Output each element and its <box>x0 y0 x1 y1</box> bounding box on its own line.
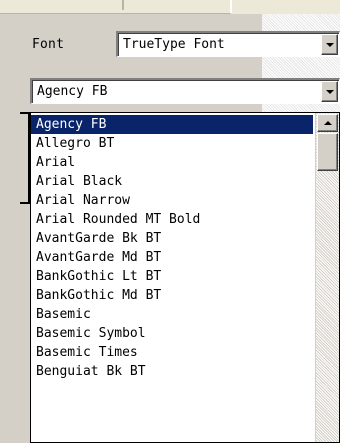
list-item[interactable]: BankGothic Lt BT <box>31 267 313 286</box>
list-item[interactable]: BankGothic Md BT <box>31 286 313 305</box>
list-item[interactable]: Agency FB <box>31 115 313 134</box>
chevron-up-icon[interactable] <box>317 114 338 132</box>
list-item[interactable]: Basemic <box>31 305 313 324</box>
scroll-thumb[interactable] <box>317 133 338 171</box>
list-item[interactable]: Arial Rounded MT Bold <box>31 210 313 229</box>
list-item[interactable]: Arial <box>31 153 313 172</box>
list-item[interactable]: Benguiat Bk BT <box>31 362 313 381</box>
list-item[interactable]: Arial Black <box>31 172 313 191</box>
tab-edge <box>0 0 232 14</box>
font-type-value: TrueType Font <box>123 37 225 52</box>
list-scrollbar[interactable] <box>315 113 339 442</box>
list-frame-bracket <box>0 112 30 204</box>
list-item[interactable]: AvantGarde Md BT <box>31 248 313 267</box>
list-item[interactable]: Basemic Symbol <box>31 324 313 343</box>
font-list-items: Agency FB Allegro BT Arial Arial Black A… <box>31 115 313 381</box>
list-item[interactable]: Arial Narrow <box>31 191 313 210</box>
font-label: Font <box>32 37 65 52</box>
list-item[interactable]: Basemic Times <box>31 343 313 362</box>
tab-strip <box>0 0 340 14</box>
font-type-select[interactable]: TrueType Font <box>116 31 340 57</box>
font-name-select[interactable]: Agency FB <box>30 78 340 104</box>
chevron-down-icon[interactable] <box>321 34 338 55</box>
font-dropdown-list[interactable]: Agency FB Allegro BT Arial Arial Black A… <box>30 112 340 443</box>
font-settings-panel: Font TrueType Font Agency FB Agency FB A… <box>0 0 340 443</box>
chevron-down-icon[interactable] <box>321 81 338 102</box>
list-item[interactable]: AvantGarde Bk BT <box>31 229 313 248</box>
list-item[interactable]: Allegro BT <box>31 134 313 153</box>
font-name-value: Agency FB <box>37 84 108 99</box>
